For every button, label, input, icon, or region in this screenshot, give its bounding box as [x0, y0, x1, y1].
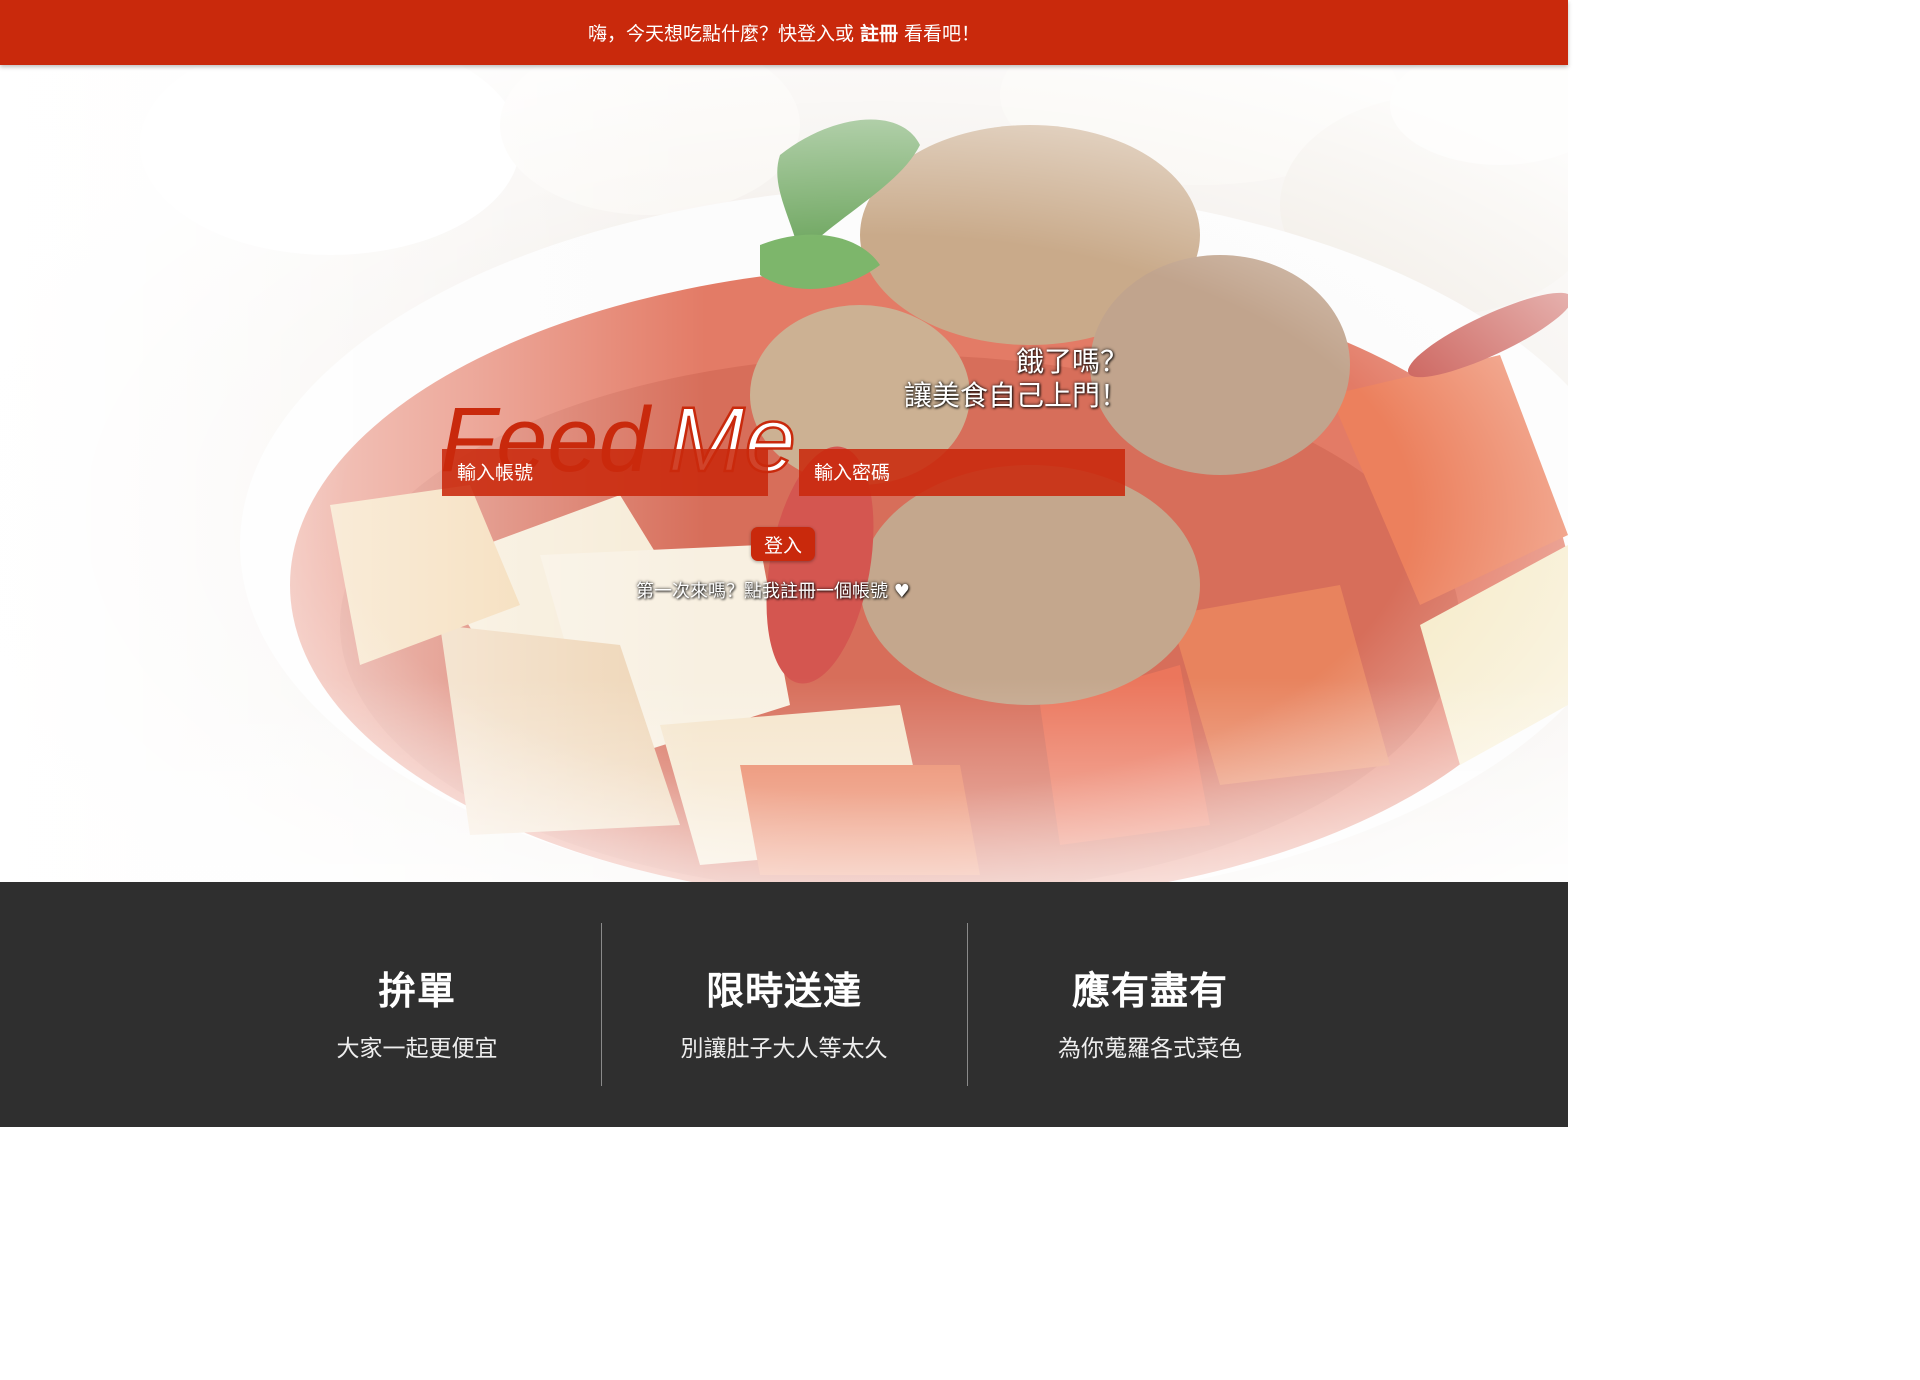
tagline-line1: 餓了嗎？: [1015, 345, 1128, 378]
announcement-text: 嗨，今天想吃點什麼？快登入或: [587, 23, 854, 45]
heart-icon: ♥: [893, 581, 910, 602]
signup-prompt-text: 第一次來嗎？點我註冊一個帳號: [636, 581, 888, 602]
announcement-suffix: 看看吧！: [904, 23, 981, 45]
feature-variety: 應有盡有 為你蒐羅各式菜色: [967, 922, 1333, 1085]
feature-description: 別讓肚子大人等太久: [680, 1036, 888, 1062]
top-announcement-bar: 嗨，今天想吃點什麼？快登入或 註冊 看看吧！: [0, 0, 1568, 65]
feature-description: 大家一起更便宜: [336, 1036, 498, 1062]
feature-title: 拚單: [377, 969, 456, 1013]
account-input[interactable]: [442, 449, 768, 496]
login-button[interactable]: 登入: [751, 527, 815, 561]
hero-section: Feed Me: [0, 65, 1568, 882]
feature-title: 限時送達: [705, 969, 862, 1013]
features-footer: 拚單 大家一起更便宜 限時送達 別讓肚子大人等太久 應有盡有 為你蒐羅各式菜色: [0, 882, 1568, 1127]
register-link[interactable]: 註冊: [860, 19, 898, 46]
feature-description: 為你蒐羅各式菜色: [1058, 1036, 1242, 1062]
signup-link[interactable]: 第一次來嗎？點我註冊一個帳號 ♥: [636, 577, 910, 603]
tagline-line2: 讓美食自己上門！: [903, 379, 1128, 412]
hero-tagline: 餓了嗎？ 讓美食自己上門！: [870, 345, 1128, 413]
feature-group-order: 拚單 大家一起更便宜: [234, 922, 600, 1085]
password-input[interactable]: [799, 449, 1125, 496]
feature-title: 應有盡有: [1071, 969, 1228, 1013]
feature-timed-delivery: 限時送達 別讓肚子大人等太久: [601, 922, 967, 1085]
